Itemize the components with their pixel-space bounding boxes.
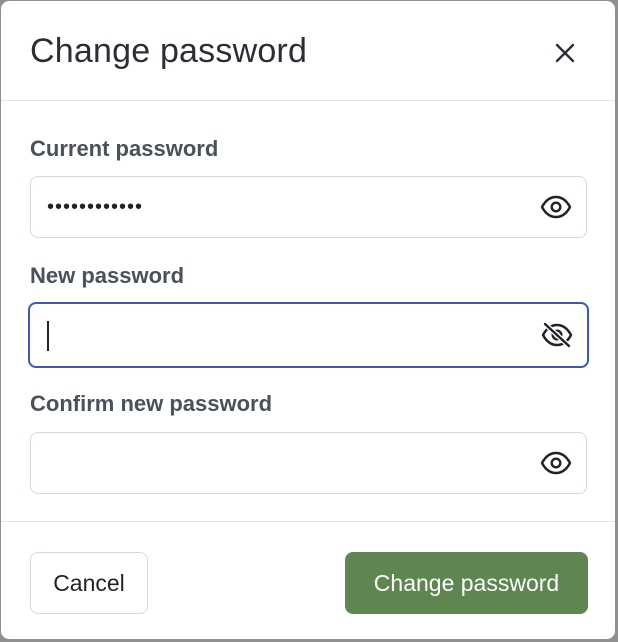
show-confirm-password-button[interactable]: [538, 445, 574, 481]
show-current-password-button[interactable]: [538, 189, 574, 225]
close-button[interactable]: [545, 33, 585, 73]
text-caret: [47, 321, 49, 351]
new-password-label: New password: [30, 263, 185, 288]
cancel-button[interactable]: Cancel: [30, 552, 148, 614]
confirm-password-label: Confirm new password: [30, 391, 273, 416]
eye-off-icon: [541, 321, 573, 349]
dialog-header: Change password: [1, 1, 615, 101]
current-password-field[interactable]: ••••••••••••: [30, 176, 587, 238]
hide-new-password-button[interactable]: [539, 317, 575, 353]
current-password-value: ••••••••••••: [47, 195, 144, 218]
change-password-dialog: Change password Current password •••••••…: [1, 1, 615, 639]
new-password-field[interactable]: [28, 302, 589, 368]
dialog-title: Change password: [30, 32, 308, 70]
change-password-button[interactable]: Change password: [345, 552, 588, 614]
confirm-password-field[interactable]: [30, 432, 587, 494]
current-password-label: Current password: [30, 136, 219, 161]
eye-icon: [540, 195, 572, 219]
close-icon: [555, 43, 575, 63]
dialog-footer: Cancel Change password: [1, 521, 615, 639]
eye-icon: [540, 451, 572, 475]
